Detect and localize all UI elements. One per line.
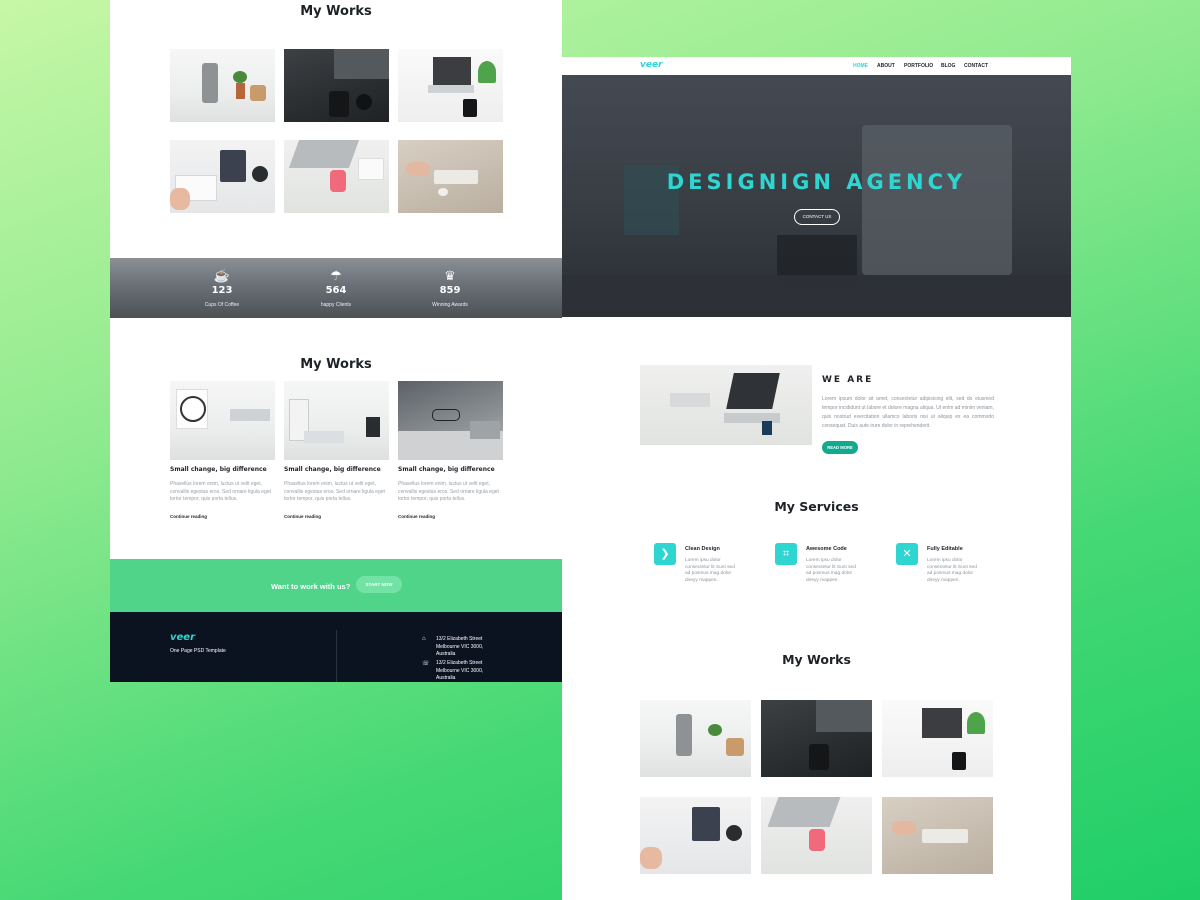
- footer: veer One Page PSD Template ⌂ 13/2 Elizab…: [110, 612, 562, 682]
- blog-post-excerpt: Phasellus lorem enim, luctus ut velit eg…: [284, 481, 385, 502]
- services-title: My Services: [774, 499, 859, 514]
- blog-post-excerpt: Phasellus lorem enim, luctus ut velit eg…: [398, 481, 499, 502]
- about-image: [640, 365, 812, 445]
- left-page-preview: My Works ☕ 123 Cups Of Coffee ☂ 564 happ…: [110, 0, 562, 682]
- work-thumb-laptop-plant[interactable]: [398, 49, 503, 122]
- work-thumb-keyboard-dark[interactable]: [284, 49, 389, 122]
- works-blog-title: My Works: [300, 357, 372, 372]
- home-icon: ⌂: [422, 636, 426, 642]
- stat-label: happy Clients: [320, 302, 352, 308]
- footer-address: 13/2 Elizabeth Street Melbourne VIC 3000…: [436, 660, 484, 681]
- blog-post-title[interactable]: Small change, big difference: [170, 466, 267, 473]
- work-thumb-laptop-plant[interactable]: [882, 700, 993, 777]
- stat-value: 123: [211, 285, 233, 296]
- phone-icon: ☏: [422, 661, 430, 667]
- trophy-icon: ♛: [444, 268, 456, 283]
- coffee-cup-icon: ☕: [213, 268, 231, 283]
- stat-value: 859: [439, 285, 461, 296]
- stat-coffee: ☕ 123 Cups Of Coffee: [162, 258, 282, 308]
- top-nav: veer HOME ABOUT PORTFOLIO BLOG CONTACT: [562, 57, 1071, 75]
- service-text: Lorem ipsu dolor consectetur lit Sunt se…: [806, 558, 856, 583]
- footer-logo[interactable]: veer: [170, 632, 195, 643]
- contact-us-button[interactable]: CONTACT US: [794, 209, 840, 225]
- read-more-button[interactable]: READ MORE: [822, 441, 858, 454]
- nav-logo[interactable]: veer: [640, 60, 663, 70]
- blog-post-excerpt: Phasellus lorem enim, luctus ut velit eg…: [170, 481, 271, 502]
- work-thumb-typing[interactable]: [398, 140, 503, 213]
- blog-image-symbol-book[interactable]: [284, 381, 389, 460]
- work-thumb-keyboard-dark[interactable]: [761, 700, 872, 777]
- umbrella-icon: ☂: [330, 268, 342, 283]
- hero-section: DESIGNIGN AGENCY CONTACT US: [562, 75, 1071, 317]
- about-title: WE ARE: [822, 375, 874, 385]
- work-thumb-notebook[interactable]: [170, 140, 275, 213]
- service-title: Fully Editable: [927, 546, 963, 552]
- service-title: Clean Design: [685, 546, 720, 552]
- code-icon: ⌗: [775, 543, 797, 565]
- cta-banner: Want to work with us? START NOW: [110, 559, 562, 612]
- works-title-right: My Works: [782, 652, 851, 667]
- cta-text: Want to work with us?: [271, 582, 351, 591]
- stat-value: 564: [325, 285, 347, 296]
- service-title: Awesome Code: [806, 546, 847, 552]
- about-text: Lorem ipsum dolor sit amet, consectetur …: [822, 396, 994, 429]
- start-now-button[interactable]: START NOW: [356, 576, 402, 593]
- continue-reading-link[interactable]: Continue reading: [170, 514, 207, 519]
- work-thumb-pink-drink[interactable]: [761, 797, 872, 874]
- stats-banner: ☕ 123 Cups Of Coffee ☂ 564 happy Clients…: [110, 258, 562, 318]
- right-page-preview: veer HOME ABOUT PORTFOLIO BLOG CONTACT D…: [562, 57, 1071, 900]
- blog-post-title[interactable]: Small change, big difference: [284, 466, 381, 473]
- work-thumb-speaker[interactable]: [640, 700, 751, 777]
- work-thumb-pink-drink[interactable]: [284, 140, 389, 213]
- service-text: Lorem ipsu dolor consectetur lit Sunt se…: [927, 558, 977, 583]
- design-icon: ❯: [654, 543, 676, 565]
- nav-item-blog[interactable]: BLOG: [941, 63, 955, 69]
- blog-image-clock[interactable]: [170, 381, 275, 460]
- blog-image-glasses[interactable]: [398, 381, 503, 460]
- work-thumb-notebook[interactable]: [640, 797, 751, 874]
- continue-reading-link[interactable]: Continue reading: [398, 514, 435, 519]
- stat-clients: ☂ 564 happy Clients: [276, 258, 396, 308]
- nav-item-contact[interactable]: CONTACT: [964, 63, 988, 69]
- stat-label: Cups Of Coffee: [204, 302, 240, 308]
- footer-divider: [336, 630, 337, 682]
- work-thumb-typing[interactable]: [882, 797, 993, 874]
- footer-address: 13/2 Elizabeth Street Melbourne VIC 3000…: [436, 636, 484, 657]
- stat-label: Winning Awards: [432, 302, 468, 308]
- service-text: Lorem ipsu dolor consectetur lit Sunt se…: [685, 558, 735, 583]
- continue-reading-link[interactable]: Continue reading: [284, 514, 321, 519]
- nav-item-portfolio[interactable]: PORTFOLIO: [904, 63, 933, 69]
- stat-awards: ♛ 859 Winning Awards: [390, 258, 510, 308]
- blog-post-title[interactable]: Small change, big difference: [398, 466, 495, 473]
- hero-title: DESIGNIGN AGENCY: [666, 170, 967, 194]
- footer-tagline: One Page PSD Template: [170, 648, 226, 654]
- nav-item-home[interactable]: HOME: [853, 63, 868, 69]
- nav-item-about[interactable]: ABOUT: [877, 63, 895, 69]
- work-thumb-speaker[interactable]: [170, 49, 275, 122]
- tools-icon: ✕: [896, 543, 918, 565]
- works-title: My Works: [300, 4, 372, 19]
